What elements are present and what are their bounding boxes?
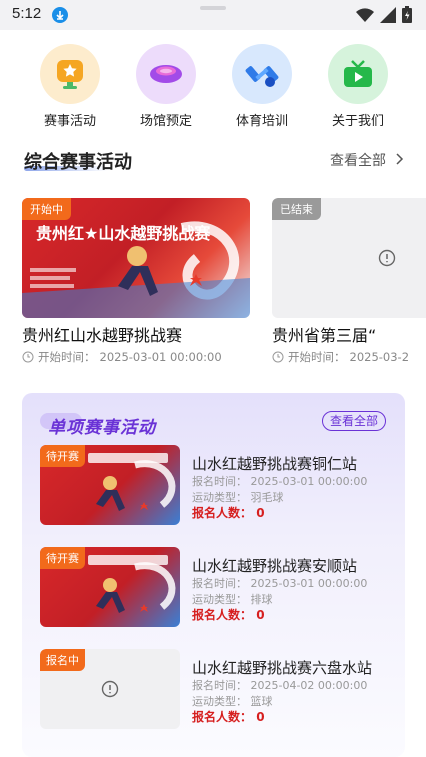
event-card[interactable]: 贵州红★山水越野挑战赛 开始中 贵州红山水越野挑战赛 开始时间： 2025-03-… (22, 198, 250, 368)
item-type: 运动类型： 篮球 (192, 695, 273, 708)
category-venue[interactable]: 场馆预定 (118, 44, 214, 129)
item-count: 报名人数： 0 (192, 608, 265, 622)
item-time: 报名时间： 2025-03-01 00:00:00 (192, 577, 368, 590)
category-about[interactable]: 关于我们 (310, 44, 406, 129)
dumbbell-icon (232, 44, 292, 104)
category-label: 关于我们 (331, 114, 384, 129)
tv-icon (328, 44, 388, 104)
single-events-panel: 单项赛事活动 查看全部 待开赛 山水红越野挑战赛铜仁站 报名时间： 2025-0… (22, 393, 405, 757)
chevron-right-icon (396, 153, 404, 165)
info-icon (378, 249, 396, 267)
category-events[interactable]: 赛事活动 (22, 44, 118, 129)
info-icon (101, 680, 119, 698)
stadium-icon (136, 44, 196, 104)
event-time-label: 开始时间： (288, 350, 346, 364)
item-poster: 待开赛 (40, 445, 180, 525)
event-poster-placeholder: 已结束 (272, 198, 426, 318)
category-training[interactable]: 体育培训 (214, 44, 310, 129)
item-time: 报名时间： 2025-03-01 00:00:00 (192, 475, 368, 488)
status-badge: 待开赛 (40, 445, 85, 467)
section-title: 综合赛事活动 (24, 152, 132, 173)
status-badge: 已结束 (272, 198, 321, 220)
item-type: 运动类型： 羽毛球 (192, 491, 284, 504)
battery-icon (402, 6, 412, 23)
event-time-label: 开始时间： (38, 350, 96, 364)
list-item[interactable]: 报名中 山水红越野挑战赛六盘水站 报名时间： 2025-04-02 00:00:… (40, 649, 390, 731)
item-poster: 待开赛 (40, 547, 180, 627)
list-item[interactable]: 待开赛 山水红越野挑战赛铜仁站 报名时间： 2025-03-01 00:00:0… (40, 445, 390, 527)
wifi-icon (356, 7, 374, 22)
item-poster-placeholder: 报名中 (40, 649, 180, 729)
status-notch (200, 6, 226, 10)
item-name: 山水红越野挑战赛六盘水站 (192, 659, 373, 677)
panel-title: 单项赛事活动 (48, 418, 156, 438)
event-time: 开始时间： 2025-03-01 00:00:00 (22, 349, 250, 365)
clock-icon (272, 351, 284, 363)
event-time-value: 2025-03-2 (349, 350, 410, 364)
item-name: 山水红越野挑战赛安顺站 (192, 557, 358, 575)
event-time-value: 2025-03-01 00:00:00 (99, 350, 222, 364)
category-label: 体育培训 (235, 114, 288, 129)
event-time: 开始时间： 2025-03-2 (272, 349, 426, 365)
item-poster-title (88, 555, 168, 565)
status-badge: 开始中 (22, 198, 71, 220)
clock-icon (22, 351, 34, 363)
event-name: 贵州省第三届“ (272, 326, 377, 345)
trophy-icon (40, 44, 100, 104)
event-poster: 贵州红★山水越野挑战赛 开始中 (22, 198, 250, 318)
item-name: 山水红越野挑战赛铜仁站 (192, 455, 358, 473)
event-card[interactable]: 已结束 贵州省第三届“ 开始时间： 2025-03-2 (272, 198, 426, 368)
status-badge: 报名中 (40, 649, 85, 671)
category-label: 赛事活动 (43, 114, 96, 129)
event-name: 贵州红山水越野挑战赛 (22, 326, 183, 345)
status-bar: 5:12 (0, 0, 426, 30)
status-time: 5:12 (12, 5, 42, 22)
view-all-button[interactable]: 查看全部 (330, 150, 404, 170)
category-label: 场馆预定 (139, 114, 192, 129)
list-item[interactable]: 待开赛 山水红越野挑战赛安顺站 报名时间： 2025-03-01 00:00:0… (40, 547, 390, 629)
item-count: 报名人数： 0 (192, 710, 265, 724)
status-badge: 待开赛 (40, 547, 85, 569)
signal-icon (380, 6, 396, 23)
item-count: 报名人数： 0 (192, 506, 265, 520)
item-time: 报名时间： 2025-04-02 00:00:00 (192, 679, 368, 692)
poster-title: 贵州红★山水越野挑战赛 (36, 224, 211, 243)
category-row: 赛事活动 场馆预定 体育培训 关于我们 (0, 44, 426, 129)
item-type: 运动类型： 排球 (192, 593, 273, 606)
panel-view-all-button[interactable]: 查看全部 (322, 411, 386, 431)
view-all-label: 查看全部 (330, 153, 386, 169)
download-icon (52, 7, 68, 23)
item-poster-title (88, 453, 168, 463)
